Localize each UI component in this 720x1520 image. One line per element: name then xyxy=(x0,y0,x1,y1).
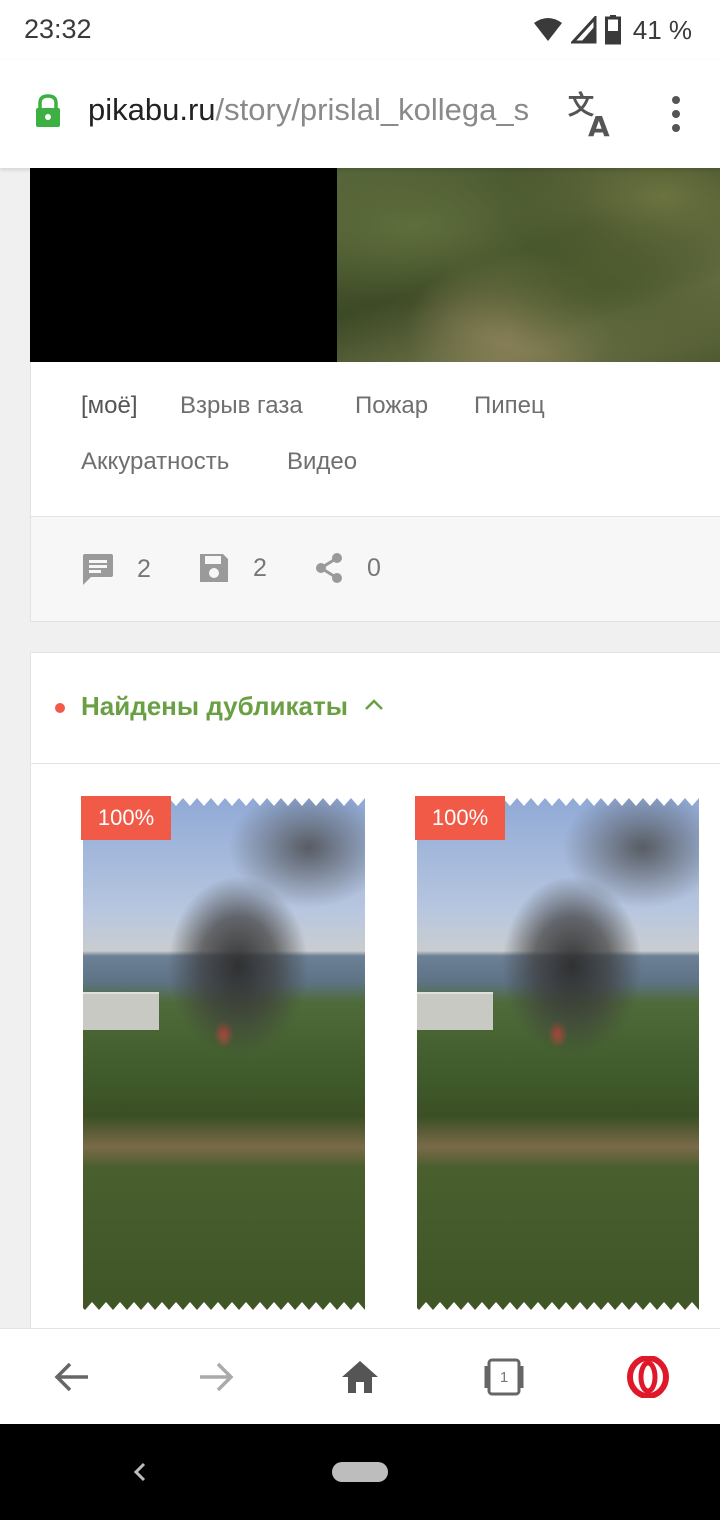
home-icon xyxy=(342,1361,378,1393)
tag-gas-explosion[interactable]: Взрыв газа xyxy=(180,392,303,420)
tag-fire[interactable]: Пожар xyxy=(355,392,428,420)
menu-dot xyxy=(672,96,680,104)
duplicate-thumbnail[interactable] xyxy=(83,796,365,1312)
save-button[interactable]: 2 xyxy=(197,551,267,585)
thumbnail-building xyxy=(83,992,159,1030)
status-bar: 23:32 41 % xyxy=(0,0,720,60)
share-button[interactable]: 0 xyxy=(313,551,381,585)
comments-button[interactable]: 2 xyxy=(79,551,151,587)
tag-moe[interactable]: [моё] xyxy=(81,392,138,420)
back-button[interactable] xyxy=(48,1353,96,1401)
duplicates-title: Найдены дубликаты xyxy=(81,691,348,721)
wifi-icon xyxy=(533,18,562,41)
svg-text:A: A xyxy=(588,110,610,140)
shares-count: 0 xyxy=(367,553,381,582)
tabs-button[interactable]: 1 xyxy=(480,1353,528,1401)
thumbnail-image xyxy=(83,796,365,1312)
match-badge: 100% xyxy=(81,796,171,840)
video-player[interactable] xyxy=(30,168,720,362)
match-badge: 100% xyxy=(415,796,505,840)
thumbnail-building xyxy=(417,992,493,1030)
post-actions: 2 2 0 xyxy=(30,516,720,622)
url-field[interactable]: pikabu.ru/story/prislal_kollega_s xyxy=(88,92,546,136)
battery-percentage: 41 % xyxy=(632,14,692,45)
status-icons: 41 % xyxy=(533,12,692,48)
browser-address-bar: pikabu.ru/story/prislal_kollega_s 文 A xyxy=(0,60,720,168)
system-home-pill[interactable] xyxy=(332,1462,388,1482)
chevron-up-icon[interactable] xyxy=(364,697,384,711)
tag-pipets[interactable]: Пипец xyxy=(474,392,545,420)
duplicates-indicator-dot xyxy=(55,703,65,713)
video-black-area xyxy=(30,168,337,362)
duplicate-thumbnail[interactable] xyxy=(417,796,699,1312)
duplicates-list: 100% 100% xyxy=(30,764,720,1328)
post-tags: [моё] Взрыв газа Пожар Пипец Аккуратност… xyxy=(30,362,720,516)
video-frame xyxy=(337,168,720,362)
status-time: 23:32 xyxy=(24,14,92,44)
arrow-left-icon xyxy=(54,1362,88,1392)
system-navigation-bar xyxy=(0,1424,720,1520)
battery-icon xyxy=(604,15,621,45)
browser-bottom-bar: 1 xyxy=(0,1328,720,1424)
menu-dot xyxy=(672,110,680,118)
opera-menu-button[interactable] xyxy=(624,1353,672,1401)
comment-icon xyxy=(83,554,113,585)
comments-count: 2 xyxy=(137,554,151,583)
lock-icon xyxy=(36,94,60,127)
save-icon xyxy=(200,554,228,582)
tag-accuracy[interactable]: Аккуратность xyxy=(81,448,229,476)
translate-icon[interactable]: 文 A xyxy=(566,88,618,140)
duplicates-header[interactable]: Найдены дубликаты xyxy=(30,652,720,764)
url-domain: pikabu.ru xyxy=(88,92,216,127)
home-button[interactable] xyxy=(336,1353,384,1401)
zigzag-edge-bottom xyxy=(83,1302,365,1312)
tabs-count: 1 xyxy=(499,1368,509,1386)
cellular-signal-icon xyxy=(570,16,597,44)
system-back-icon[interactable] xyxy=(126,1456,154,1488)
zigzag-edge-bottom xyxy=(417,1302,699,1312)
arrow-right-icon xyxy=(200,1362,234,1392)
thumbnail-image xyxy=(417,796,699,1312)
tag-video[interactable]: Видео xyxy=(287,448,357,476)
browser-menu-button[interactable] xyxy=(662,90,690,138)
opera-logo-icon xyxy=(627,1356,669,1398)
share-icon xyxy=(316,553,342,583)
menu-dot xyxy=(672,124,680,132)
url-path: /story/prislal_kollega_s xyxy=(215,92,530,127)
forward-button[interactable] xyxy=(192,1353,240,1401)
saves-count: 2 xyxy=(253,553,267,582)
page-content: [моё] Взрыв газа Пожар Пипец Аккуратност… xyxy=(0,168,720,1328)
